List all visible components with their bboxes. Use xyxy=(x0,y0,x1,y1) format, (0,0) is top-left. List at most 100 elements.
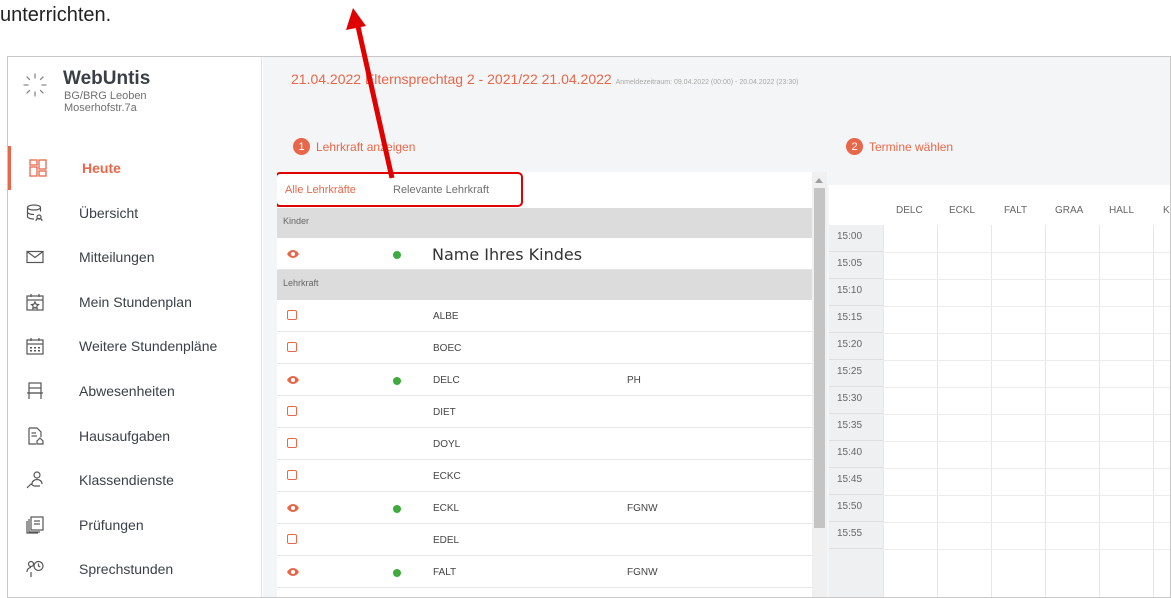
brand-header: WebUntis BG/BRG Leoben Moserhofstr.7a xyxy=(8,57,262,137)
time-label: 15:55 xyxy=(829,522,883,549)
column-header: ECKL xyxy=(949,205,976,216)
teacher-code: DELC xyxy=(433,375,460,386)
scroll-up-icon[interactable] xyxy=(815,178,823,183)
time-label: 15:40 xyxy=(829,441,883,468)
grid-divider xyxy=(883,252,1170,253)
event-title-text: 21.04.2022 Elternsprechtag 2 - 2021/22 2… xyxy=(291,71,612,87)
step-label: Termine wählen xyxy=(869,139,954,154)
status-dot xyxy=(393,569,401,577)
grid-divider xyxy=(991,225,992,597)
checkbox[interactable] xyxy=(287,534,297,544)
eye-icon[interactable] xyxy=(286,565,300,579)
webuntis-window: WebUntis BG/BRG Leoben Moserhofstr.7a He… xyxy=(7,56,1171,598)
eye-icon[interactable] xyxy=(286,501,300,515)
school-address: Moserhofstr.7a xyxy=(64,102,137,114)
status-dot xyxy=(393,505,401,513)
status-dot xyxy=(393,251,401,259)
time-label: 15:50 xyxy=(829,495,883,522)
teacher-row[interactable]: EDEL xyxy=(277,524,812,556)
teacher-row[interactable]: ECKL FGNW xyxy=(277,492,812,524)
nav-item-sprechstunden[interactable]: Sprechstunden xyxy=(8,547,262,591)
time-label: 15:15 xyxy=(829,306,883,333)
grid-divider xyxy=(1099,225,1100,597)
teacher-list-panel: Alle Lehrkräfte Relevante Lehrkraft Kind… xyxy=(277,172,812,597)
nav-label: Mein Stundenplan xyxy=(79,294,192,310)
nav-item-mein-stundenplan[interactable]: Mein Stundenplan xyxy=(8,280,262,324)
nav-label: Abwesenheiten xyxy=(79,383,175,399)
nav-item-mitteilungen[interactable]: Mitteilungen xyxy=(8,235,262,279)
time-label: 15:45 xyxy=(829,468,883,495)
teacher-code: ALBE xyxy=(433,311,459,322)
envelope-icon xyxy=(26,250,44,264)
app-name: WebUntis xyxy=(63,68,151,89)
grid-divider xyxy=(883,333,1170,334)
teacher-row[interactable]: ECKC xyxy=(277,460,812,492)
teacher-subject: FGNW xyxy=(627,503,658,514)
grid-header: DELC ECKL FALT GRAA HALL KI xyxy=(829,185,1170,225)
checkbox[interactable] xyxy=(287,342,297,352)
column-header: DELC xyxy=(896,205,923,216)
registration-period: Anmeldezeitraum: 09.04.2022 (00:00) - 20… xyxy=(615,79,799,86)
nav-label: Übersicht xyxy=(79,205,139,221)
scroll-thumb[interactable] xyxy=(814,188,825,528)
eye-icon[interactable] xyxy=(286,373,300,387)
nav-item-klassendienste[interactable]: Klassendienste xyxy=(8,458,262,502)
time-label: 15:00 xyxy=(829,225,883,252)
nav-item-uebersicht[interactable]: Übersicht xyxy=(8,191,262,235)
sidebar: WebUntis BG/BRG Leoben Moserhofstr.7a He… xyxy=(8,57,262,597)
school-name: BG/BRG Leoben xyxy=(64,90,147,102)
teacher-code: EDEL xyxy=(433,535,460,546)
nav-item-pruefungen[interactable]: Prüfungen xyxy=(8,503,262,547)
nav-item-weitere-stundenplaene[interactable]: Weitere Stundenpläne xyxy=(8,324,262,368)
checkbox[interactable] xyxy=(287,438,297,448)
teacher-row[interactable]: ALBE xyxy=(277,300,812,332)
appointment-grid: DELC ECKL FALT GRAA HALL KI 15:00 15:05 … xyxy=(829,185,1170,597)
grid-divider xyxy=(937,225,938,597)
kid-row[interactable]: Name Ihres Kindes xyxy=(277,238,812,270)
time-label: 15:35 xyxy=(829,414,883,441)
teacher-row[interactable]: DELC PH xyxy=(277,364,812,396)
teacher-subject: PH xyxy=(627,375,641,386)
teacher-row[interactable]: FALT FGNW xyxy=(277,556,812,588)
teacher-row[interactable]: DOYL xyxy=(277,428,812,460)
teacher-row[interactable]: BOEC xyxy=(277,332,812,364)
checkbox[interactable] xyxy=(287,406,297,416)
section-header-lehrkraft: Lehrkraft xyxy=(277,270,812,300)
grid-divider xyxy=(883,414,1170,415)
calendar-star-icon xyxy=(26,294,44,311)
eye-icon[interactable] xyxy=(286,247,300,261)
class-duty-icon xyxy=(26,471,43,489)
nav-item-heute[interactable]: Heute xyxy=(8,146,262,190)
kid-name: Name Ihres Kindes xyxy=(432,245,583,264)
teacher-code: ECKL xyxy=(433,503,460,514)
nav-label: Hausaufgaben xyxy=(79,428,171,444)
webuntis-logo-icon xyxy=(23,73,47,97)
checkbox[interactable] xyxy=(287,310,297,320)
grid-divider xyxy=(883,549,1170,550)
time-label: 15:10 xyxy=(829,279,883,306)
grid-divider xyxy=(883,468,1170,469)
teacher-code: DOYL xyxy=(433,439,461,450)
time-label: 15:25 xyxy=(829,360,883,387)
grid-divider xyxy=(883,279,1170,280)
overview-icon xyxy=(26,204,43,222)
nav-label: Prüfungen xyxy=(79,517,144,533)
teacher-code: BOEC xyxy=(433,343,462,354)
nav-item-abwesenheiten[interactable]: Abwesenheiten xyxy=(8,369,262,413)
nav-item-hausaufgaben[interactable]: Hausaufgaben xyxy=(8,414,262,458)
column-header: GRAA xyxy=(1055,205,1084,216)
nav-label: Mitteilungen xyxy=(79,249,155,265)
time-label: 15:30 xyxy=(829,387,883,414)
homework-icon xyxy=(28,427,44,445)
exam-icon xyxy=(26,516,44,534)
column-header: HALL xyxy=(1109,205,1135,216)
status-dot xyxy=(393,377,401,385)
grid-divider xyxy=(883,441,1170,442)
teacher-row[interactable]: DIET xyxy=(277,396,812,428)
calendar-grid-icon xyxy=(26,338,44,355)
list-scrollbar[interactable] xyxy=(812,172,827,597)
teacher-code: DIET xyxy=(433,407,456,418)
column-header: KI xyxy=(1163,205,1170,216)
teacher-filter-tabs: Alle Lehrkräfte Relevante Lehrkraft xyxy=(277,172,812,208)
checkbox[interactable] xyxy=(287,470,297,480)
